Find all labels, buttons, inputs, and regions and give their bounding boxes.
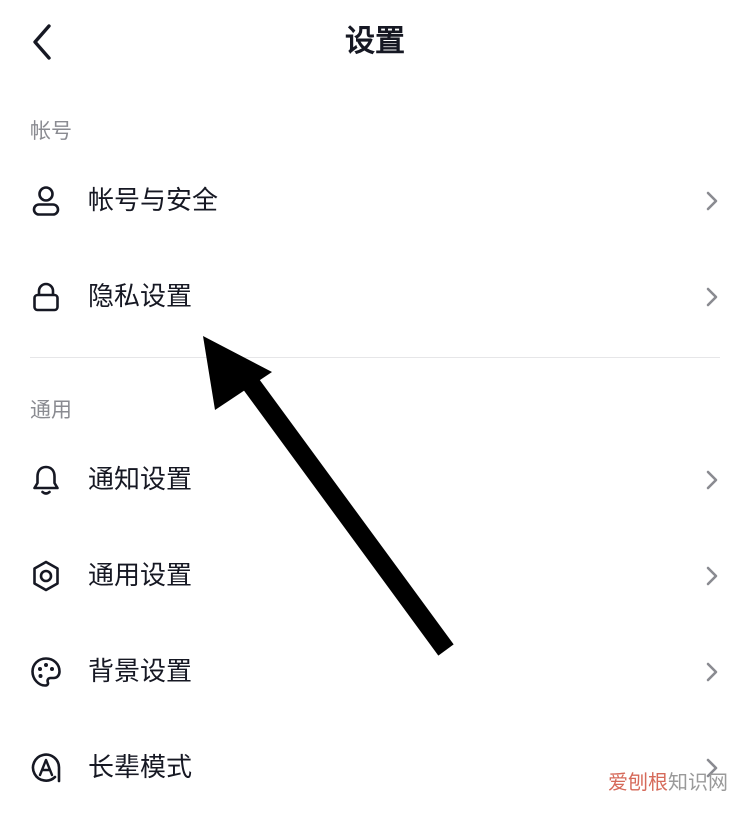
page-title: 设置 [345, 24, 405, 59]
section-label-general: 通用 [30, 398, 72, 422]
chevron-right-icon [702, 660, 722, 684]
header-bar: 设置 [0, 0, 750, 84]
elder-mode-icon [28, 750, 64, 786]
settings-item-label: 通知设置 [88, 465, 193, 495]
chevron-right-icon [702, 468, 722, 492]
watermark-accent-text: 爱刨根 [608, 770, 668, 794]
bell-icon [28, 462, 64, 498]
lock-icon [28, 279, 64, 315]
chevron-right-icon [702, 564, 722, 588]
settings-item-label: 长辈模式 [88, 753, 193, 783]
settings-item-label: 背景设置 [88, 657, 193, 687]
gear-icon [28, 558, 64, 594]
settings-item-elder-mode[interactable]: 长辈模式 [0, 720, 750, 816]
settings-item-label: 通用设置 [88, 561, 193, 591]
watermark-text: 知识网 [668, 770, 728, 794]
settings-item-account-security[interactable]: 帐号与安全 [0, 153, 750, 249]
chevron-right-icon [702, 189, 722, 213]
watermark: 爱刨根知识网 [608, 769, 728, 795]
settings-item-privacy[interactable]: 隐私设置 [0, 249, 750, 345]
chevron-right-icon [702, 285, 722, 309]
palette-icon [28, 654, 64, 690]
settings-item-label: 帐号与安全 [88, 186, 219, 216]
section-label-account: 帐号 [30, 119, 72, 143]
settings-item-label: 隐私设置 [88, 282, 193, 312]
settings-item-general[interactable]: 通用设置 [0, 528, 750, 624]
user-icon [28, 183, 64, 219]
settings-item-background[interactable]: 背景设置 [0, 624, 750, 720]
section-divider [30, 357, 720, 358]
settings-item-notifications[interactable]: 通知设置 [0, 432, 750, 528]
